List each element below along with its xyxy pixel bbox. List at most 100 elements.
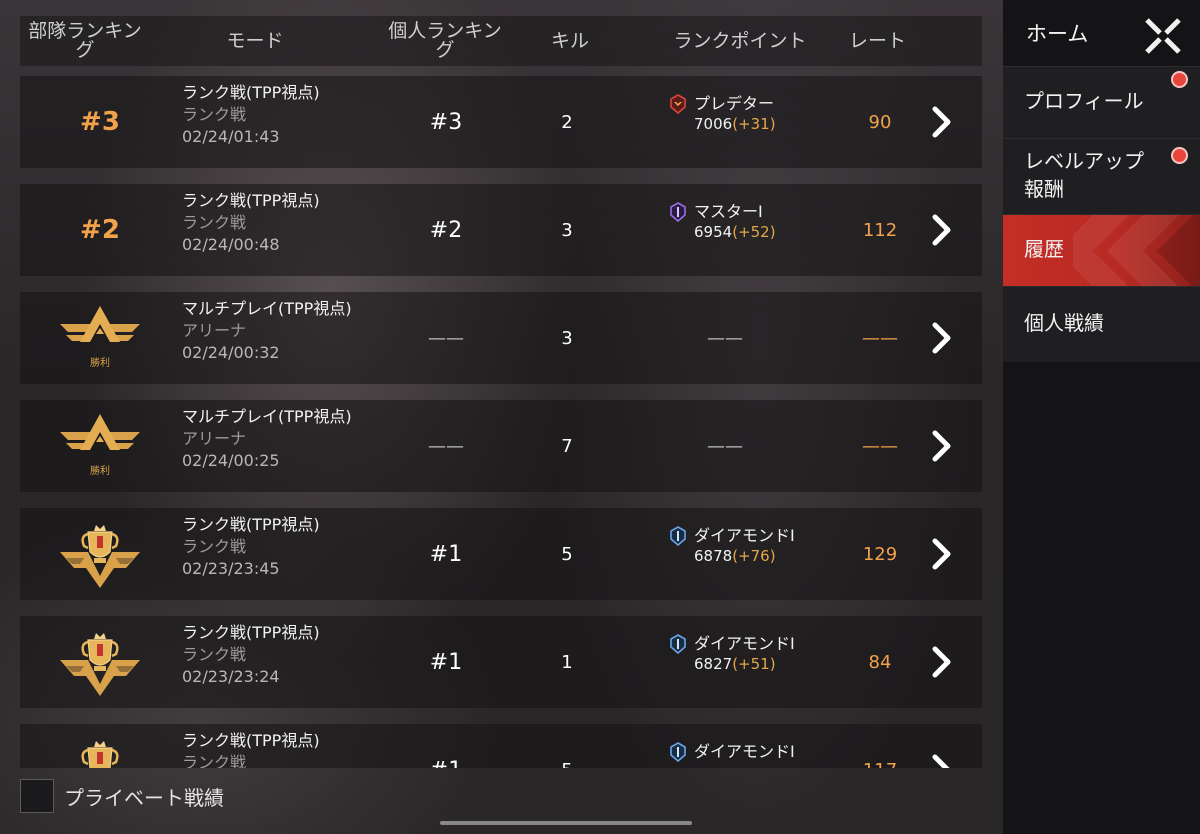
chevron-right-icon[interactable] [926, 750, 956, 768]
rank-tier: ダイアモンドI [694, 742, 795, 761]
chevron-right-icon[interactable] [926, 318, 956, 358]
rank-point-delta: (+51) [732, 655, 776, 673]
chevron-right-icon[interactable] [926, 642, 956, 682]
squad-rank-emblem: 勝利 [20, 400, 180, 492]
rank-point-delta: (+31) [732, 115, 776, 133]
sidebar-item-label: 履歴 [1024, 237, 1064, 261]
rank-points: ダイアモンドI 6827(+51) [668, 634, 858, 674]
match-time: 02/24/01:43 [182, 127, 280, 146]
close-icon[interactable] [1144, 17, 1182, 55]
chevron-right-icon[interactable] [926, 210, 956, 250]
chevron-right-icon[interactable] [926, 426, 956, 466]
rank-points-empty: —— [707, 435, 743, 457]
match-row[interactable]: #3 ランク戦(TPP視点) ランク戦 02/24/01:43 #3 2 プレデター 7006… [20, 76, 982, 168]
kill-count: 5 [561, 543, 573, 565]
match-mode: ランク戦(TPP視点) ランク戦 02/24/00:48 [182, 190, 412, 256]
mode-name: マルチプレイ(TPP視点) [182, 407, 352, 426]
rank-point-delta: (+52) [732, 223, 776, 241]
sidebar-item-label: プロフィール [1024, 89, 1144, 113]
match-row[interactable]: 勝利 マルチプレイ(TPP視点) アリーナ 02/24/00:25 —— 7 —— —— [20, 400, 982, 492]
chevron-right-icon[interactable] [926, 534, 956, 574]
match-row[interactable]: ランク戦(TPP視点) ランク戦 #1 5 ダイアモンドI 117 [20, 724, 982, 768]
rank-points: マスターI 6954(+52) [668, 202, 858, 242]
header-kills: キル [550, 29, 589, 52]
rate-value: 84 [868, 651, 892, 673]
arena-win-emblem-icon: 勝利 [60, 306, 140, 369]
rank-point-total: 6954 [694, 223, 733, 241]
rank-points: ダイアモンドI [668, 742, 858, 762]
sidebar-item-level-rewards[interactable]: レベルアップ 報酬 [1003, 138, 1200, 214]
kill-count: 5 [530, 724, 604, 769]
rank-tier: マスターI [694, 202, 763, 221]
match-row[interactable]: ランク戦(TPP視点) ランク戦 02/23/23:45 #1 5 ダイアモンドI 6878… [20, 508, 982, 600]
notification-dot [1173, 149, 1186, 162]
horizontal-scroll-indicator[interactable] [440, 821, 692, 825]
rank-point-total: 7006 [694, 115, 733, 133]
table-header: 部隊ランキング モード 個人ランキング キル ランクポイント レート [20, 16, 982, 66]
chevron-bg-icon [1073, 215, 1200, 287]
mode-sub: ランク戦 [182, 213, 247, 232]
arena-win-emblem-icon: 勝利 [60, 414, 140, 477]
match-row[interactable]: #2 ランク戦(TPP視点) ランク戦 02/24/00:48 #2 3 マスターI 6954… [20, 184, 982, 276]
rank-point-total: 6827 [694, 655, 733, 673]
sidebar-item-label: レベルアップ 報酬 [1024, 149, 1144, 201]
kill-count: 3 [561, 219, 573, 241]
match-list[interactable]: #3 ランク戦(TPP視点) ランク戦 02/24/01:43 #3 2 プレデター 7006… [20, 76, 982, 768]
sidebar-header: ホーム [1003, 0, 1200, 66]
squad-rank-emblem [20, 508, 180, 600]
rank-tier: プレデター [694, 94, 775, 113]
master-icon [670, 202, 686, 222]
private-stats-label: プライベート戦績 [64, 786, 224, 810]
predator-icon [670, 94, 686, 114]
match-mode: ランク戦(TPP視点) ランク戦 02/24/01:43 [182, 82, 412, 148]
squad-rank-emblem [20, 616, 180, 708]
champion-trophy-emblem-icon [81, 741, 119, 768]
match-row[interactable]: 勝利 マルチプレイ(TPP視点) アリーナ 02/24/00:32 —— 3 —— —— [20, 292, 982, 384]
rate-value: 129 [862, 543, 898, 565]
rate-value: 117 [838, 724, 922, 769]
personal-rank: #3 [429, 109, 463, 135]
sidebar-item-profile[interactable]: プロフィール [1003, 66, 1200, 138]
personal-rank: #1 [396, 724, 496, 769]
mode-sub: ランク戦 [182, 105, 247, 124]
match-row[interactable]: ランク戦(TPP視点) ランク戦 02/23/23:24 #1 1 ダイアモンドI 6827… [20, 616, 982, 708]
diamond-icon [670, 526, 686, 546]
squad-rank-emblem: 勝利 [20, 292, 180, 384]
sidebar-item-personal-stats[interactable]: 個人戦績 [1003, 286, 1200, 362]
rank-tier: ダイアモンドI [694, 526, 795, 545]
sidebar-item-history[interactable]: 履歴 [1003, 214, 1200, 287]
kill-count: 7 [561, 435, 573, 457]
squad-rank-emblem [20, 724, 180, 768]
mode-sub: ランク戦 [182, 645, 247, 664]
mode-sub: アリーナ [182, 321, 247, 340]
match-time: 02/23/23:24 [182, 667, 280, 686]
personal-rank: #2 [429, 217, 463, 243]
match-time: 02/24/00:48 [182, 235, 280, 254]
header-rate: レート [848, 29, 906, 52]
personal-rank: —— [428, 327, 464, 349]
rank-points: ダイアモンドI 6878(+76) [668, 526, 858, 566]
match-mode: ランク戦(TPP視点) ランク戦 [182, 730, 412, 768]
svg-text:勝利: 勝利 [90, 464, 110, 477]
match-mode: ランク戦(TPP視点) ランク戦 02/23/23:24 [182, 622, 412, 688]
rank-tier: ダイアモンドI [694, 634, 795, 653]
champion-trophy-emblem-icon [60, 525, 140, 588]
mode-name: ランク戦(TPP視点) [182, 83, 320, 102]
personal-rank: #1 [429, 541, 463, 567]
kill-count: 1 [561, 651, 573, 673]
personal-rank: —— [428, 435, 464, 457]
sidebar-item-label: 個人戦績 [1024, 311, 1104, 335]
sidebar: ホーム プロフィール レベルアップ 報酬 履歴 個人戦績 [1003, 0, 1200, 834]
header-squad-rank: 部隊ランキング [28, 20, 142, 61]
mode-sub: ランク戦 [182, 537, 247, 556]
champion-trophy-emblem-icon [60, 633, 140, 696]
match-time: 02/24/00:25 [182, 451, 280, 470]
rate-value: 112 [862, 219, 898, 241]
mode-name: ランク戦(TPP視点) [182, 623, 320, 642]
chevron-right-icon[interactable] [926, 102, 956, 142]
mode-name: ランク戦(TPP視点) [182, 515, 320, 534]
private-stats-checkbox[interactable] [20, 779, 54, 813]
match-mode: ランク戦(TPP視点) ランク戦 02/23/23:45 [182, 514, 412, 580]
mode-sub: アリーナ [182, 429, 247, 448]
mode-name: ランク戦(TPP視点) [182, 191, 320, 210]
